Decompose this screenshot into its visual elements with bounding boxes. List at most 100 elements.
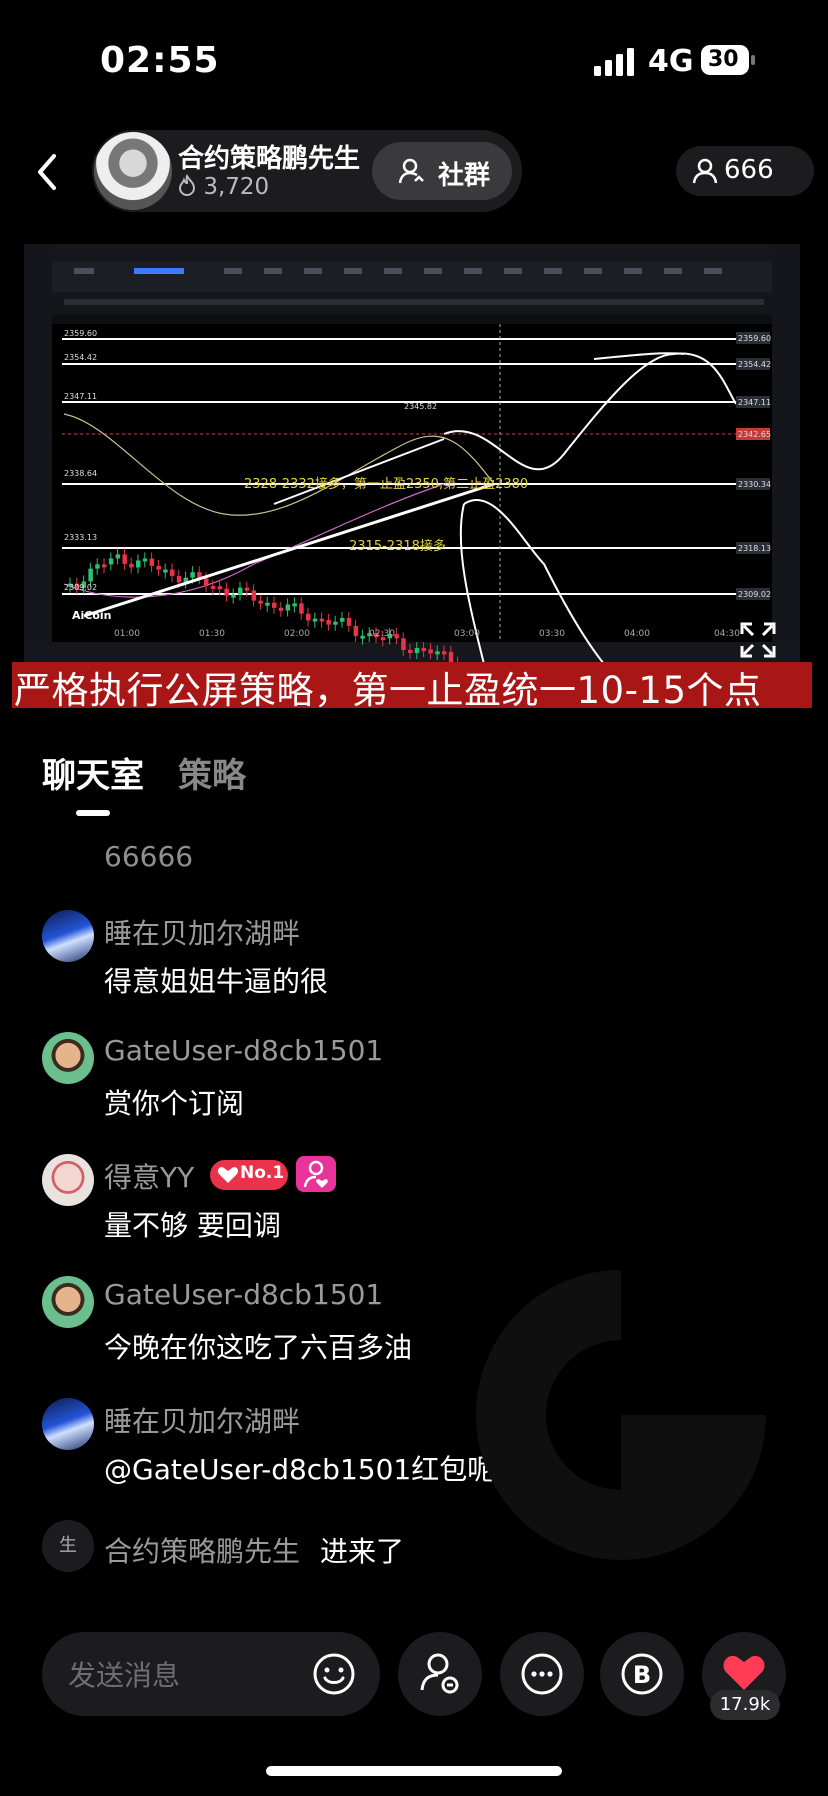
more-button[interactable] (500, 1632, 584, 1716)
home-indicator[interactable] (266, 1766, 562, 1776)
candle-body (326, 620, 331, 625)
chat-message-text: 66666 (104, 840, 194, 873)
coin-button[interactable]: B (600, 1632, 684, 1716)
candle-body (217, 586, 223, 590)
community-icon (398, 158, 424, 184)
candle-body (142, 558, 148, 562)
rank-badge: No.1 (210, 1160, 288, 1190)
more-icon (521, 1653, 563, 1695)
chat-username[interactable]: 得意YY (104, 1156, 194, 1196)
user-avatar[interactable] (42, 1276, 94, 1328)
time-tick: 02:30 (369, 629, 395, 639)
time-tick: 04:30 (714, 629, 740, 639)
left-price: 2354.42 (64, 353, 97, 362)
back-icon[interactable] (30, 152, 66, 192)
left-price: 2338.64 (64, 469, 97, 478)
chat-message-text: @GateUser-d8cb1501红包呢 (104, 1453, 496, 1486)
strategy-annotation-1: 2328-2332接多，第一止盈2350,第二止盈2380 (244, 476, 528, 492)
battery-level: 30 (708, 47, 739, 72)
join-notice-text: 进来了 (320, 1535, 405, 1568)
bitcoin-icon: B (621, 1653, 663, 1695)
candle-body (408, 649, 413, 653)
candle-body (360, 635, 365, 639)
candle-body (428, 649, 433, 654)
tab-chat-room[interactable]: 聊天室 (42, 748, 144, 797)
chat-username[interactable]: GateUser-d8cb1501 (104, 1034, 383, 1067)
candle-body (204, 578, 209, 586)
person-icon (692, 158, 718, 184)
network-label: 4G (648, 44, 694, 79)
candle-body (265, 602, 270, 606)
candle-body (122, 554, 127, 564)
candle-body (353, 625, 359, 637)
person-heart-icon (303, 1160, 328, 1188)
candle-body (251, 590, 257, 601)
price-tick: 2342.65 (738, 430, 771, 439)
candle-body (401, 638, 406, 650)
host-fans-count: 3,720 (203, 174, 270, 200)
rank-badge-label: No.1 (240, 1163, 285, 1183)
candle-body (340, 617, 345, 622)
user-avatar[interactable] (42, 1398, 94, 1450)
candle-body (149, 558, 155, 566)
chat-message-text: 赏你个订阅 (104, 1087, 245, 1120)
viewer-count: 666 (724, 155, 774, 185)
status-time: 02:55 (100, 40, 220, 81)
candle-body (176, 575, 182, 583)
active-tab-indicator (76, 810, 110, 816)
candle-body (156, 565, 161, 570)
candle-body (163, 569, 168, 573)
emoji-icon[interactable] (312, 1652, 356, 1696)
candle-body (285, 604, 291, 611)
chat-message-text: 得意姐姐牛逼的很 (104, 965, 329, 998)
candle-body (115, 554, 121, 559)
trading-chart: 2359.60 2354.42 2347.11 2342.65 2330.34 … (24, 244, 800, 706)
candle-body (102, 564, 107, 568)
chat-username[interactable]: 睡在贝加尔湖畔 (104, 1400, 300, 1440)
time-tick: 01:30 (199, 629, 225, 639)
candle-body (442, 651, 447, 655)
candle-body (306, 613, 311, 621)
candle-body (244, 587, 250, 591)
host-name: 合约策略鹏先生 (178, 144, 361, 174)
chat-username[interactable]: GateUser-d8cb1501 (104, 1278, 383, 1311)
chat-username[interactable]: 合约策略鹏先生 (104, 1530, 300, 1570)
candle-body (238, 587, 243, 595)
strategy-annotation-2: 2315-2318接多 (349, 538, 446, 554)
candle-body (108, 558, 114, 565)
candle-body (319, 618, 325, 622)
candle-body (312, 618, 318, 622)
price-tick: 2347.11 (738, 398, 771, 407)
candle-body (170, 569, 175, 576)
peak-label: 2345.82 (404, 402, 437, 411)
left-price: 2347.11 (64, 392, 97, 401)
price-tick: 2354.42 (738, 360, 771, 369)
heart-gem-icon (217, 1167, 239, 1183)
candle-body (421, 648, 427, 652)
chat-username[interactable]: 睡在贝加尔湖畔 (104, 912, 300, 952)
user-avatar[interactable] (42, 910, 94, 962)
candle-body (224, 588, 229, 596)
tab-strategy[interactable]: 策略 (178, 748, 246, 797)
follow-button[interactable] (398, 1632, 482, 1716)
host-avatar[interactable] (94, 132, 172, 210)
chat-message-text: 今晚在你这吃了六百多油 (104, 1331, 413, 1364)
time-tick: 03:00 (454, 629, 480, 639)
candle-body (333, 621, 338, 625)
user-avatar[interactable] (42, 1154, 94, 1206)
host-popularity: 3,720 (178, 173, 270, 200)
fullscreen-icon[interactable] (740, 622, 776, 658)
price-tick: 2359.60 (738, 334, 771, 343)
live-video[interactable]: 2359.60 2354.42 2347.11 2342.65 2330.34 … (24, 244, 800, 706)
time-tick: 02:00 (284, 629, 310, 639)
candle-body (136, 560, 141, 568)
candle-body (435, 651, 440, 655)
candle-body (231, 594, 236, 598)
candle-body (346, 617, 352, 626)
left-price: 2333.13 (64, 533, 97, 542)
system-avatar: 生 (42, 1520, 94, 1572)
candle-body (299, 603, 304, 614)
community-label: 社群 (438, 161, 491, 191)
left-price: 2359.60 (64, 329, 97, 338)
user-avatar[interactable] (42, 1032, 94, 1084)
